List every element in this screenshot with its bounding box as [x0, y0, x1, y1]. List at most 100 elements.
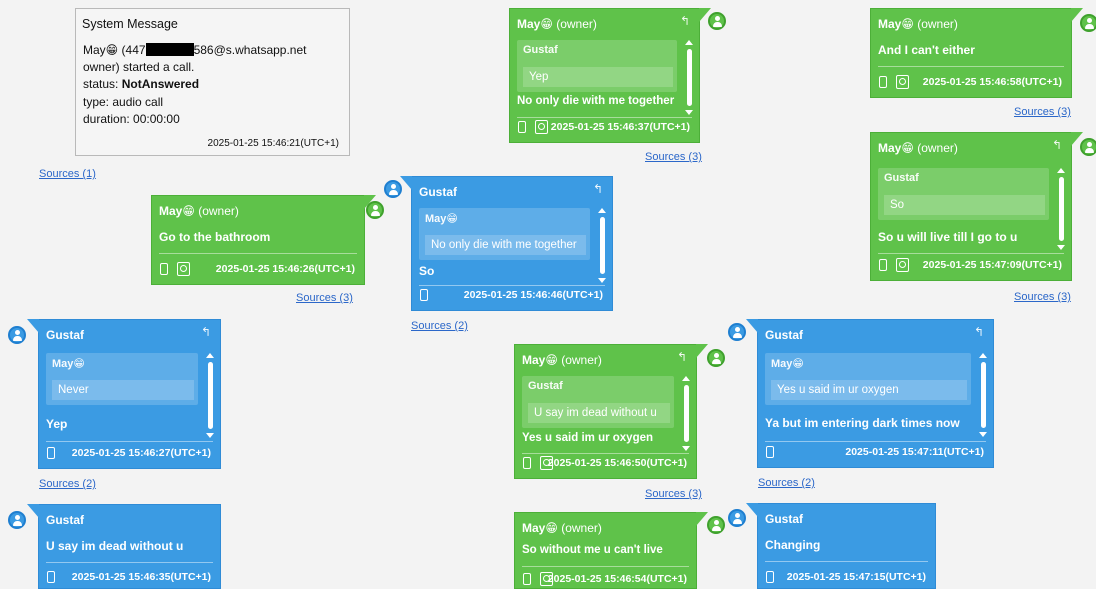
phone-icon [879, 76, 887, 88]
redaction-bar [145, 43, 194, 56]
message-bubble-contact[interactable]: Gustaf ↰ May😁 No only die with me togeth… [400, 176, 613, 311]
message-bubble-owner[interactable]: May😁 (owner) ↰ Gustaf So So u will live … [870, 132, 1083, 281]
user-avatar-icon [707, 516, 725, 534]
phone-icon [766, 571, 774, 583]
sources-link[interactable]: Sources (1) [39, 168, 96, 180]
sources-link[interactable]: Sources (3) [1014, 106, 1071, 118]
sources-link[interactable]: Sources (3) [645, 151, 702, 163]
reply-icon[interactable]: ↰ [1052, 138, 1062, 152]
message-timestamp: 2025-01-25 15:46:27(UTC+1) [71, 447, 211, 459]
contact-card-icon [535, 120, 548, 134]
phone-icon [160, 263, 168, 275]
message-footer: 2025-01-25 15:46:50(UTC+1) [522, 456, 689, 472]
reply-icon[interactable]: ↰ [677, 350, 687, 364]
sender-name: Gustaf [419, 185, 458, 199]
sender-name: Gustaf [46, 513, 85, 527]
sender-name: May😁 (owner) [522, 521, 602, 535]
sender-name: May😁 (owner) [878, 17, 958, 31]
message-bubble-contact[interactable]: Gustaf ↰ May😁 Never Yep 2025-01-25 15:46… [27, 319, 221, 469]
quote-scrollbar[interactable] [1057, 168, 1065, 250]
message-body: So [419, 264, 435, 278]
quoted-message[interactable]: Gustaf So [878, 168, 1049, 220]
quoted-message[interactable]: May😁 Never [46, 353, 198, 405]
message-body: Changing [765, 538, 821, 552]
message-footer: 2025-01-25 15:46:35(UTC+1) [46, 570, 213, 586]
phone-icon [523, 573, 531, 585]
message-body: Yes u said im ur oxygen [522, 432, 654, 444]
sources-link[interactable]: Sources (2) [411, 320, 468, 332]
reply-icon[interactable]: ↰ [680, 14, 690, 28]
message-body: Yep [46, 417, 68, 431]
quoted-message[interactable]: Gustaf U say im dead without u [522, 376, 674, 428]
sources-link[interactable]: Sources (3) [296, 292, 353, 304]
status-label: status: [83, 77, 119, 91]
user-avatar-icon [1080, 138, 1096, 156]
phone-icon [523, 457, 531, 469]
reply-icon[interactable]: ↰ [974, 325, 984, 339]
quoted-sender: Gustaf [528, 380, 563, 392]
message-bubble-contact[interactable]: Gustaf U say im dead without u 2025-01-2… [27, 504, 221, 589]
sources-link[interactable]: Sources (2) [39, 478, 96, 490]
message-footer: 2025-01-25 15:47:09(UTC+1) [878, 258, 1064, 274]
user-avatar-icon [1080, 14, 1096, 32]
message-timestamp: 2025-01-25 15:46:37(UTC+1) [550, 121, 690, 133]
sources-link[interactable]: Sources (3) [645, 488, 702, 500]
call-duration-line: duration: 00:00:00 [83, 112, 180, 126]
quoted-text: Never [52, 380, 194, 400]
user-avatar-icon [707, 349, 725, 367]
sources-link[interactable]: Sources (3) [1014, 291, 1071, 303]
phone-icon [420, 289, 428, 301]
user-avatar-icon [708, 12, 726, 30]
duration-value: 00:00:00 [133, 112, 180, 126]
message-timestamp: 2025-01-25 15:47:11(UTC+1) [845, 446, 984, 458]
user-avatar-icon [728, 323, 746, 341]
sender-name: Gustaf [765, 512, 804, 526]
sender-name: Gustaf [765, 328, 804, 342]
quote-scrollbar[interactable] [979, 353, 987, 437]
phone-icon [879, 259, 887, 271]
message-timestamp: 2025-01-25 15:46:26(UTC+1) [215, 263, 355, 275]
type-label: type: [83, 95, 110, 109]
reply-icon[interactable]: ↰ [201, 325, 211, 339]
message-bubble-owner[interactable]: May😁 (owner) Go to the bathroom 2025-01-… [151, 195, 376, 285]
message-bubble-contact[interactable]: Gustaf ↰ May😁 Yes u said im ur oxygen Ya… [746, 319, 994, 468]
phone-icon [47, 447, 55, 459]
message-timestamp: 2025-01-25 15:46:50(UTC+1) [547, 457, 687, 469]
message-bubble-owner[interactable]: May😁 (owner) So without me u can't live … [514, 512, 708, 589]
sender-name: May😁 (owner) [159, 204, 239, 218]
system-message-card[interactable]: System Message May😁 (447 586@s.whatsapp.n… [75, 8, 350, 156]
message-footer: 2025-01-25 15:46:54(UTC+1) [522, 572, 689, 588]
caller-emoji: 😁 [105, 43, 119, 57]
quote-scrollbar[interactable] [598, 208, 606, 283]
message-timestamp: 2025-01-25 15:47:15(UTC+1) [786, 571, 926, 583]
quoted-text: So [884, 195, 1045, 215]
caller-number-start: (447 [121, 43, 146, 57]
quote-scrollbar[interactable] [682, 376, 690, 451]
sender-name: Gustaf [46, 328, 85, 342]
message-footer: 2025-01-25 15:46:27(UTC+1) [46, 446, 213, 462]
reply-icon[interactable]: ↰ [593, 182, 603, 196]
message-bubble-owner[interactable]: May😁 (owner) And I can't either 2025-01-… [870, 8, 1083, 98]
message-body: So without me u can't live [522, 544, 663, 556]
message-timestamp: 2025-01-25 15:46:21(UTC+1) [207, 138, 339, 149]
message-timestamp: 2025-01-25 15:46:58(UTC+1) [922, 76, 1062, 88]
quoted-sender: May😁 [771, 358, 804, 370]
message-body: Ya but im entering dark times now [765, 416, 960, 430]
quote-scrollbar[interactable] [685, 40, 693, 115]
message-body: No only die with me together [517, 95, 675, 107]
quoted-message[interactable]: May😁 No only die with me together [419, 208, 590, 260]
quoted-message[interactable]: May😁 Yes u said im ur oxygen [765, 353, 971, 405]
quote-scrollbar[interactable] [206, 353, 214, 438]
sources-link[interactable]: Sources (2) [758, 477, 815, 489]
call-participant-line: May😁 (447 586@s.whatsapp.net [83, 43, 306, 57]
message-timestamp: 2025-01-25 15:47:09(UTC+1) [922, 259, 1062, 271]
message-timestamp: 2025-01-25 15:46:54(UTC+1) [547, 573, 687, 585]
caller-name: May [83, 43, 106, 57]
phone-icon [518, 121, 526, 133]
message-bubble-contact[interactable]: Gustaf Changing 2025-01-25 15:47:15(UTC+… [746, 503, 936, 589]
message-timestamp: 2025-01-25 15:46:35(UTC+1) [71, 571, 211, 583]
contact-card-icon [896, 75, 909, 89]
quoted-message[interactable]: Gustaf Yep [517, 40, 677, 92]
message-bubble-owner[interactable]: May😁 (owner) ↰ Gustaf Yep No only die wi… [509, 8, 711, 143]
message-bubble-owner[interactable]: May😁 (owner) ↰ Gustaf U say im dead with… [514, 344, 708, 479]
